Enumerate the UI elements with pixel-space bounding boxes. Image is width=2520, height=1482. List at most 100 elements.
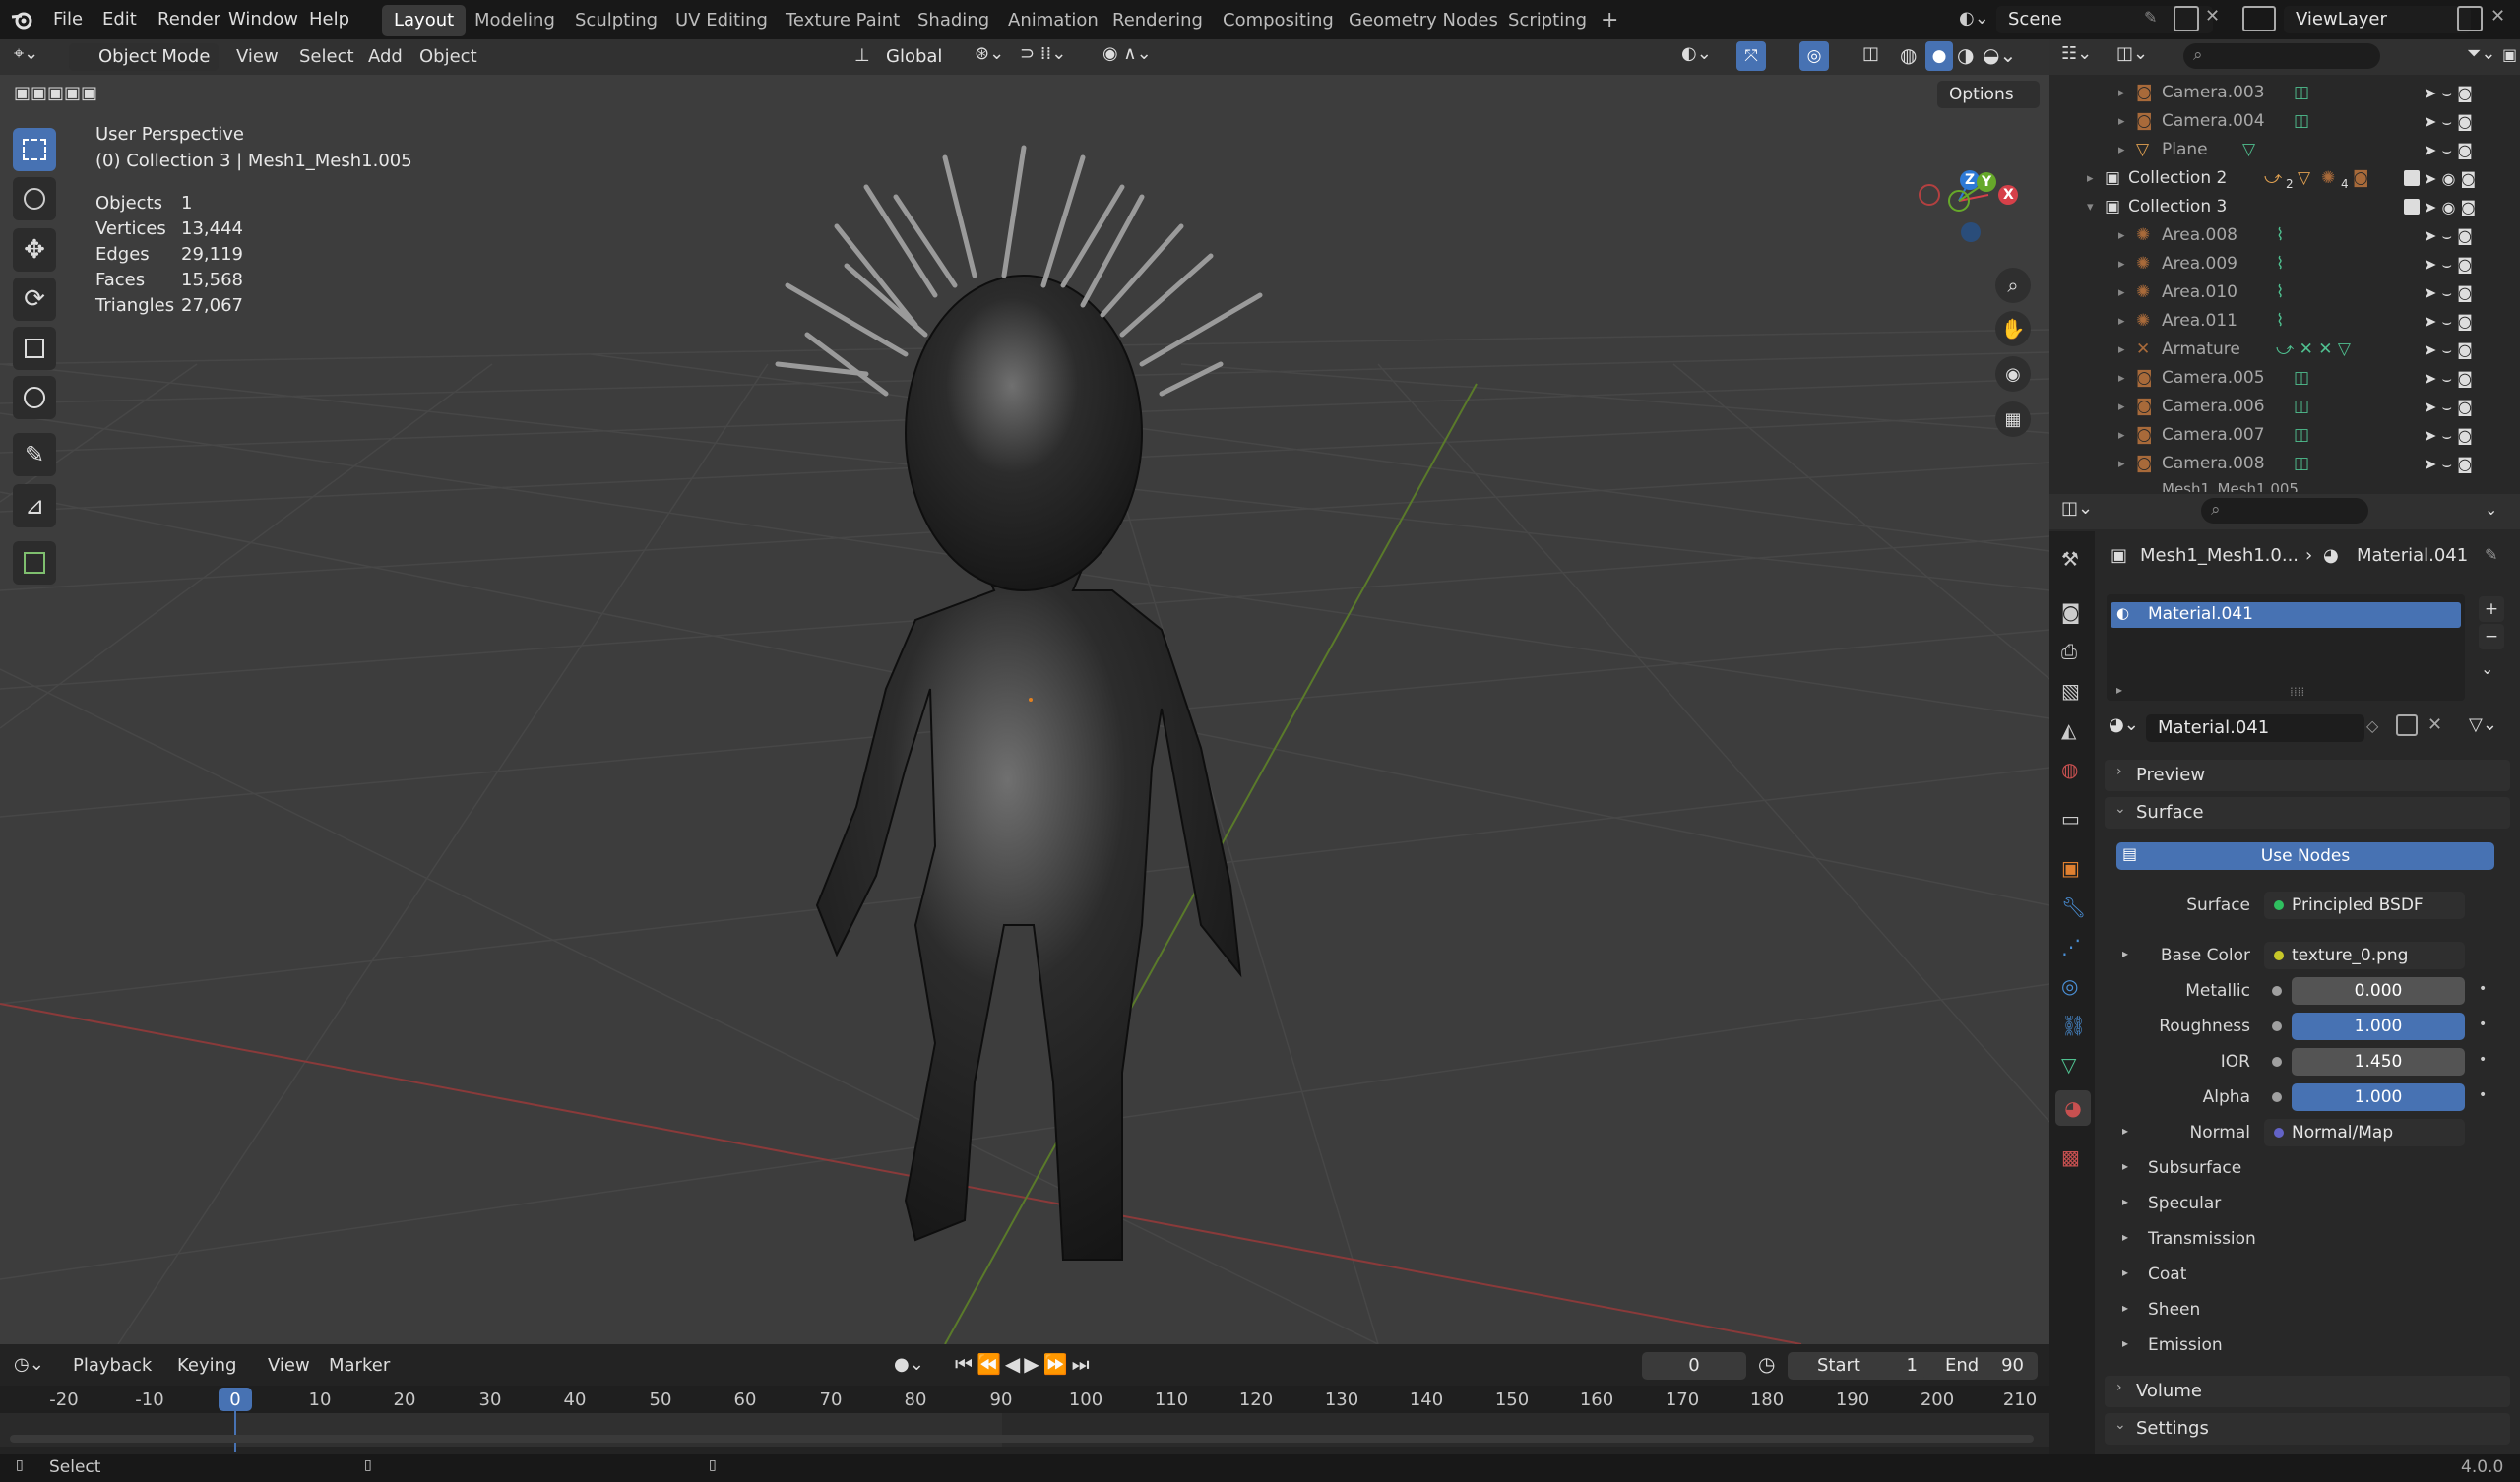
- expand-icon[interactable]: ▸: [2118, 221, 2125, 250]
- surface-shader-field[interactable]: Principled BSDF: [2264, 892, 2465, 919]
- scene-tab-icon[interactable]: ◭: [2061, 718, 2076, 742]
- expand-icon[interactable]: ▸: [2118, 278, 2125, 307]
- include-checkbox[interactable]: [2404, 170, 2420, 186]
- camera-view-icon[interactable]: ◉: [1995, 356, 2031, 392]
- expand-icon[interactable]: ▸: [2118, 136, 2125, 164]
- panel-surface[interactable]: Surface: [2105, 797, 2510, 829]
- texture-tab-icon[interactable]: ▩: [2061, 1145, 2080, 1169]
- pin-icon[interactable]: ✎: [2144, 8, 2157, 27]
- delete-view-layer-button[interactable]: ✕: [2490, 6, 2505, 27]
- expand-icon[interactable]: ▸: [2116, 683, 2122, 697]
- panel-volume[interactable]: Volume: [2105, 1376, 2510, 1407]
- editor-type-icon[interactable]: ⌖⌄: [14, 43, 51, 71]
- outliner-search-input[interactable]: [2183, 43, 2380, 69]
- expand-icon[interactable]: ▸: [2118, 307, 2125, 336]
- new-view-layer-button[interactable]: [2457, 6, 2483, 31]
- modifier-tab-icon[interactable]: 🔧︎: [2061, 895, 2086, 919]
- menu-view[interactable]: View: [260, 1352, 318, 1380]
- view-layer-icon[interactable]: [2242, 6, 2276, 31]
- tab-shading[interactable]: Shading: [906, 5, 1001, 36]
- menu-help[interactable]: Help: [301, 4, 357, 35]
- expand-icon[interactable]: ▸: [2118, 107, 2125, 136]
- add-cube-tool-icon[interactable]: [13, 541, 56, 585]
- selectable-toggles[interactable]: ➤ ⌣ ◙ ➤ ⌣ ◙ ➤ ⌣ ◙ ➤ ◉ ◙ ➤ ◉ ◙ ➤ ⌣ ◙ ➤ ⌣ …: [2424, 79, 2512, 478]
- link-mode-icon[interactable]: ▽⌄: [2469, 714, 2497, 735]
- output-tab-icon[interactable]: ⎙: [2061, 640, 2077, 663]
- expand-icon[interactable]: ▸: [2122, 1195, 2128, 1208]
- remove-slot-button[interactable]: −: [2479, 624, 2504, 649]
- snap-icon[interactable]: ⊃ ⁞⁞⌄: [1020, 43, 1066, 64]
- material-slot-row[interactable]: ◐ Material.041: [2110, 602, 2461, 628]
- tab-texture-paint[interactable]: Texture Paint: [774, 5, 912, 36]
- view-layer-field[interactable]: ViewLayer: [2284, 6, 2471, 33]
- ior-field[interactable]: 1.450: [2292, 1048, 2465, 1076]
- outliner-editor-icon[interactable]: ☷⌄: [2061, 43, 2092, 64]
- move-tool-icon[interactable]: ✥: [13, 228, 56, 272]
- tab-rendering[interactable]: Rendering: [1101, 5, 1215, 36]
- timeline-editor-icon[interactable]: ◷⌄: [14, 1354, 44, 1375]
- end-frame-field[interactable]: End 90: [1923, 1352, 2038, 1380]
- menu-add[interactable]: Add: [360, 43, 410, 71]
- tab-modeling[interactable]: Modeling: [463, 5, 567, 36]
- base-color-link-field[interactable]: texture_0.png: [2264, 942, 2465, 969]
- subpanel-specular[interactable]: Specular: [2148, 1194, 2221, 1213]
- tab-geometry-nodes[interactable]: Geometry Nodes: [1337, 5, 1510, 36]
- properties-editor-icon[interactable]: ◫⌄: [2061, 498, 2093, 519]
- menu-render[interactable]: Render: [150, 4, 228, 35]
- expand-icon[interactable]: ▸: [2118, 79, 2125, 107]
- keyframe-dot-icon[interactable]: •: [2479, 981, 2487, 997]
- expand-icon[interactable]: ▸: [2118, 421, 2125, 450]
- panel-preview[interactable]: Preview: [2105, 760, 2510, 791]
- unlink-material-button[interactable]: ✕: [2427, 714, 2442, 735]
- menu-edit[interactable]: Edit: [94, 4, 145, 35]
- add-slot-button[interactable]: +: [2479, 596, 2504, 622]
- menu-view[interactable]: View: [228, 43, 286, 71]
- current-frame-field[interactable]: 0: [1642, 1352, 1746, 1380]
- slot-specials-icon[interactable]: ⌄: [2481, 659, 2493, 678]
- menu-window[interactable]: Window: [220, 4, 306, 35]
- tab-layout[interactable]: Layout: [382, 5, 467, 36]
- keyframe-dot-icon[interactable]: •: [2479, 1017, 2487, 1032]
- timeline-scrollbar[interactable]: [10, 1435, 2034, 1443]
- resize-handle[interactable]: ⁞⁞⁞⁞: [2290, 685, 2304, 699]
- menu-playback[interactable]: Playback: [65, 1352, 159, 1380]
- view-layer-tab-icon[interactable]: ▧: [2061, 679, 2080, 703]
- physics-tab-icon[interactable]: ◎: [2061, 974, 2078, 998]
- mode-dropdown[interactable]: Object Mode: [69, 43, 219, 71]
- subpanel-coat[interactable]: Coat: [2148, 1265, 2186, 1284]
- expand-icon[interactable]: ▸: [2122, 1301, 2128, 1315]
- expand-icon[interactable]: ▸: [2122, 1159, 2128, 1173]
- auto-keying-icon[interactable]: ●⌄: [894, 1354, 924, 1375]
- expand-icon[interactable]: ▸: [2118, 450, 2125, 478]
- material-browse-icon[interactable]: ◕⌄: [2109, 714, 2139, 735]
- xray-icon[interactable]: ◫: [1862, 43, 1879, 64]
- display-mode-icon[interactable]: ◫⌄: [2116, 43, 2148, 64]
- tab-scripting[interactable]: Scripting: [1496, 5, 1599, 36]
- include-checkbox[interactable]: [2404, 199, 2420, 215]
- expand-icon[interactable]: ▸: [2118, 336, 2125, 364]
- menu-keying[interactable]: Keying: [169, 1352, 244, 1380]
- measure-tool-icon[interactable]: ⊿: [13, 484, 56, 527]
- material-name-field[interactable]: Material.041: [2146, 714, 2364, 742]
- keyframe-dot-icon[interactable]: •: [2479, 1087, 2487, 1103]
- expand-icon[interactable]: ▸: [2118, 393, 2125, 421]
- material-tab-icon[interactable]: ◕: [2055, 1090, 2091, 1126]
- scale-tool-icon[interactable]: [13, 327, 56, 370]
- options-dropdown[interactable]: Options: [1937, 81, 2040, 108]
- filter-icon[interactable]: ⏷⌄: [2467, 43, 2495, 64]
- rendered-shading-icon[interactable]: ◒⌄: [1983, 43, 2016, 67]
- expand-icon[interactable]: ▸: [2118, 250, 2125, 278]
- data-tab-icon[interactable]: ▽: [2061, 1053, 2076, 1077]
- scene-icon[interactable]: ◐⌄: [1959, 8, 1989, 31]
- menu-marker[interactable]: Marker: [321, 1352, 398, 1380]
- rotate-tool-icon[interactable]: ⟳: [13, 278, 56, 321]
- expand-icon[interactable]: ▸: [2122, 1336, 2128, 1350]
- add-workspace-button[interactable]: +: [1589, 5, 1630, 36]
- particles-tab-icon[interactable]: ⋰: [2061, 935, 2081, 958]
- subpanel-transmission[interactable]: Transmission: [2148, 1229, 2256, 1249]
- cursor-tool-icon[interactable]: [13, 177, 56, 220]
- material-shading-icon[interactable]: ◑: [1957, 43, 1974, 67]
- duplicate-material-button[interactable]: [2396, 714, 2418, 736]
- ortho-grid-icon[interactable]: ▦: [1995, 401, 2031, 437]
- start-frame-field[interactable]: Start 1: [1788, 1352, 1933, 1380]
